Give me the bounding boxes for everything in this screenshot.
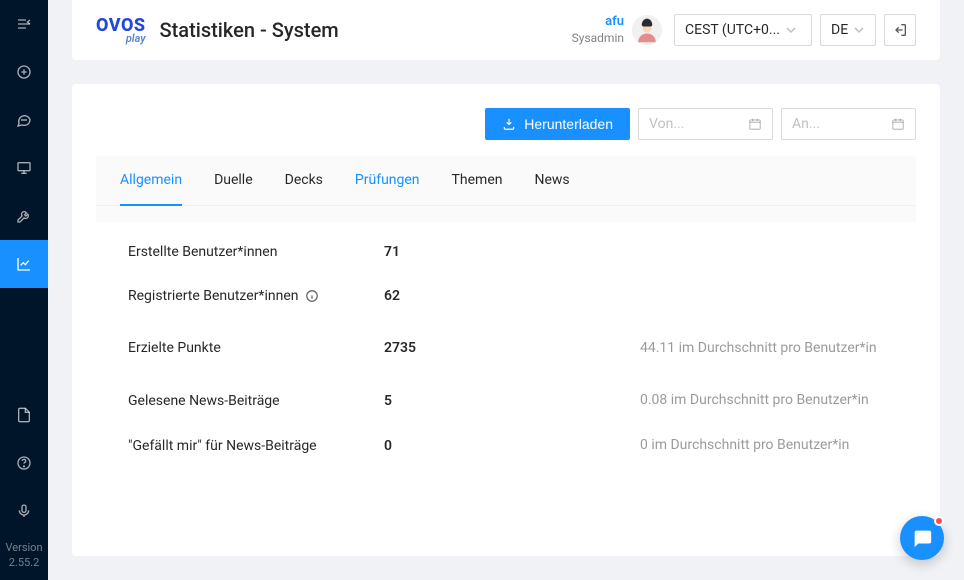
nav-add-icon[interactable] (0, 48, 48, 96)
nav-file-icon[interactable] (0, 391, 48, 439)
download-button[interactable]: Herunterladen (485, 108, 630, 140)
nav-chat-icon[interactable] (0, 96, 48, 144)
tabs-panel: Allgemein Duelle Decks Prüfungen Themen … (96, 156, 916, 476)
notification-dot-icon (934, 516, 944, 526)
stat-row: Registrierte Benutzer*innen 62 (96, 274, 916, 318)
logo: OVOS play (96, 17, 146, 44)
timezone-select[interactable]: CEST (UTC+0... (674, 14, 812, 46)
info-icon[interactable] (305, 289, 319, 303)
user-name: afu (605, 14, 624, 31)
language-select[interactable]: DE (820, 14, 876, 46)
download-label: Herunterladen (524, 116, 613, 132)
stat-value: 0 (384, 438, 640, 454)
header: OVOS play Statistiken - System afu Sysad… (72, 0, 940, 60)
stat-value: 2735 (384, 340, 640, 356)
date-from-placeholder: Von... (649, 116, 684, 132)
download-icon (502, 117, 516, 131)
tab-duelle[interactable]: Duelle (214, 156, 253, 206)
language-value: DE (831, 22, 848, 38)
stat-label: Gelesene News-Beiträge (128, 393, 384, 409)
toolbar: Herunterladen Von... An... (96, 108, 916, 140)
stat-label: Erstellte Benutzer*innen (128, 244, 384, 260)
stats-table: Erstellte Benutzer*innen 71 Registrierte… (96, 222, 916, 476)
stat-value: 62 (384, 288, 640, 304)
date-to-placeholder: An... (792, 116, 820, 132)
tab-allgemein[interactable]: Allgemein (120, 156, 182, 206)
chevron-down-icon (854, 25, 864, 35)
nav-collapse-icon[interactable] (0, 0, 48, 48)
stat-row: Erstellte Benutzer*innen 71 (96, 230, 916, 274)
sidebar-version: Version 2.55.2 (0, 535, 48, 580)
user-block[interactable]: afu Sysadmin (572, 14, 624, 46)
stat-label: "Gefällt mir" für News-Beiträge (128, 438, 384, 454)
date-from-input[interactable]: Von... (638, 108, 773, 140)
content-card: Herunterladen Von... An... Allgemein Due… (72, 84, 940, 556)
logout-button[interactable] (884, 14, 916, 46)
timezone-value: CEST (UTC+0... (685, 22, 780, 38)
stat-row: Erzielte Punkte 2735 44.11 im Durchschni… (96, 318, 916, 378)
calendar-icon (748, 117, 762, 131)
chat-icon (911, 527, 933, 549)
chevron-down-icon (786, 25, 796, 35)
tabs-bar: Allgemein Duelle Decks Prüfungen Themen … (96, 156, 916, 206)
user-role: Sysadmin (572, 31, 624, 47)
intercom-chat-button[interactable] (900, 516, 944, 560)
main: OVOS play Statistiken - System afu Sysad… (48, 0, 964, 580)
calendar-icon (891, 117, 905, 131)
stat-value: 71 (384, 244, 640, 260)
logo-subtext: play (126, 33, 146, 44)
stat-extra: 44.11 im Durchschnitt pro Benutzer*in (640, 338, 884, 359)
nav-statistics-icon[interactable] (0, 240, 48, 288)
nav-tools-icon[interactable] (0, 192, 48, 240)
sidebar: Version 2.55.2 (0, 0, 48, 580)
stat-row: Gelesene News-Beiträge 5 0.08 im Durchsc… (96, 378, 916, 423)
stat-extra: 0 im Durchschnitt pro Benutzer*in (640, 435, 884, 456)
nav-help-icon[interactable] (0, 439, 48, 487)
avatar[interactable] (632, 15, 662, 45)
stat-label: Erzielte Punkte (128, 340, 384, 356)
nav-presentation-icon[interactable] (0, 144, 48, 192)
tab-pruefungen[interactable]: Prüfungen (355, 156, 420, 206)
tab-themen[interactable]: Themen (452, 156, 503, 206)
tab-news[interactable]: News (534, 156, 569, 206)
stat-row: "Gefällt mir" für News-Beiträge 0 0 im D… (96, 423, 916, 468)
page-title: Statistiken - System (160, 18, 339, 42)
stat-value: 5 (384, 393, 640, 409)
nav-mic-icon[interactable] (0, 487, 48, 535)
stat-label: Registrierte Benutzer*innen (128, 288, 384, 304)
tab-decks[interactable]: Decks (285, 156, 323, 206)
stat-extra: 0.08 im Durchschnitt pro Benutzer*in (640, 390, 884, 411)
date-to-input[interactable]: An... (781, 108, 916, 140)
